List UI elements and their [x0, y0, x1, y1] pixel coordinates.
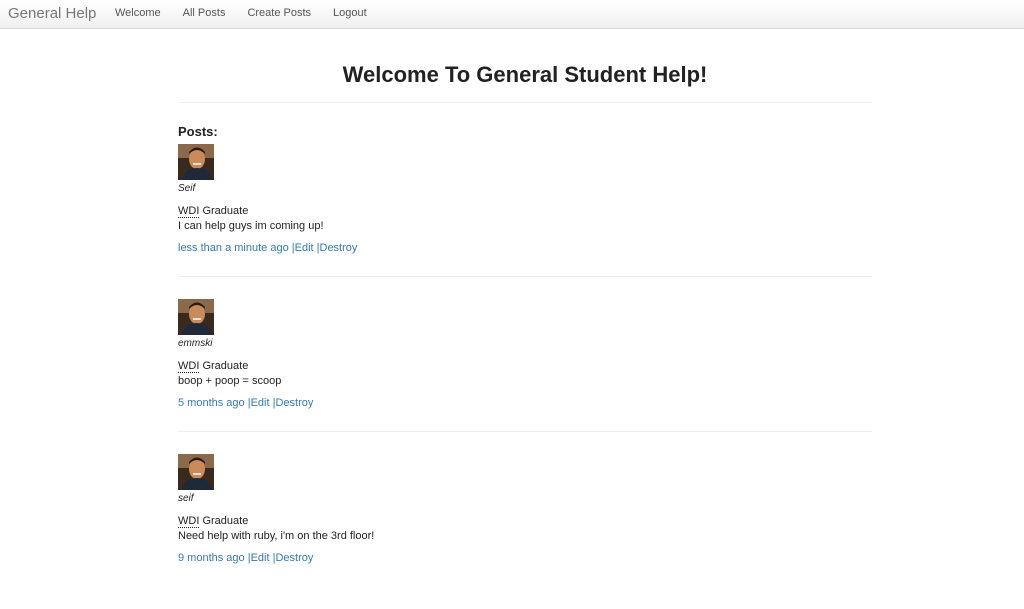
title-divider — [178, 102, 872, 103]
posts-list: Seif WDI Graduate I can help guys im com… — [178, 144, 872, 609]
post-username: Seif — [178, 183, 196, 194]
post-content: Need help with ruby, i'm on the 3rd floo… — [178, 530, 375, 542]
role-text: Graduate — [199, 205, 249, 217]
course-abbr: WDI — [178, 205, 200, 218]
post-time-link[interactable]: 9 months ago — [178, 552, 245, 564]
post-content: I can help guys im coming up! — [178, 220, 324, 232]
avatar — [178, 299, 214, 335]
nav-all-posts-link[interactable]: All Posts — [172, 0, 237, 28]
post-username: emmski — [178, 338, 213, 349]
edit-link[interactable]: Edit — [295, 242, 314, 254]
post-content: boop + poop = scoop — [178, 375, 282, 387]
post-time-link[interactable]: less than a minute ago — [178, 242, 289, 254]
course-abbr: WDI — [178, 360, 200, 373]
page-title: Welcome To General Student Help! — [342, 62, 708, 87]
edit-link[interactable]: Edit — [251, 397, 270, 409]
nav-welcome-link[interactable]: Welcome — [104, 0, 172, 28]
post-item: seif WDI Graduate Need help with ruby, i… — [178, 454, 872, 609]
post-role: WDI Graduate — [178, 204, 248, 218]
brand-link[interactable]: General Help — [8, 5, 96, 22]
post-meta: 5 months ago |Edit |Destroy — [178, 396, 313, 410]
post-divider — [178, 276, 872, 277]
main-container: Welcome To General Student Help! Posts: … — [178, 29, 872, 609]
role-text: Graduate — [199, 360, 249, 372]
post-time-link[interactable]: 5 months ago — [178, 397, 245, 409]
posts-heading: Posts: — [178, 124, 218, 139]
destroy-link[interactable]: Destroy — [275, 397, 313, 409]
avatar — [178, 144, 214, 180]
avatar — [178, 454, 214, 490]
post-role: WDI Graduate — [178, 359, 248, 373]
post-divider — [178, 431, 872, 432]
navbar: General Help Welcome All Posts Create Po… — [0, 0, 1024, 29]
post-meta: 9 months ago |Edit |Destroy — [178, 551, 313, 565]
post-item: emmski WDI Graduate boop + poop = scoop … — [178, 299, 872, 454]
edit-link[interactable]: Edit — [251, 552, 270, 564]
destroy-link[interactable]: Destroy — [275, 552, 313, 564]
post-item: Seif WDI Graduate I can help guys im com… — [178, 144, 872, 299]
post-meta: less than a minute ago |Edit |Destroy — [178, 241, 357, 255]
nav-create-posts-link[interactable]: Create Posts — [236, 0, 322, 28]
destroy-link[interactable]: Destroy — [320, 242, 358, 254]
nav-links: Welcome All Posts Create Posts Logout — [104, 0, 378, 28]
post-username: seif — [178, 493, 194, 504]
role-text: Graduate — [199, 515, 249, 527]
course-abbr: WDI — [178, 515, 200, 528]
nav-logout-link[interactable]: Logout — [322, 0, 378, 28]
post-role: WDI Graduate — [178, 514, 248, 528]
